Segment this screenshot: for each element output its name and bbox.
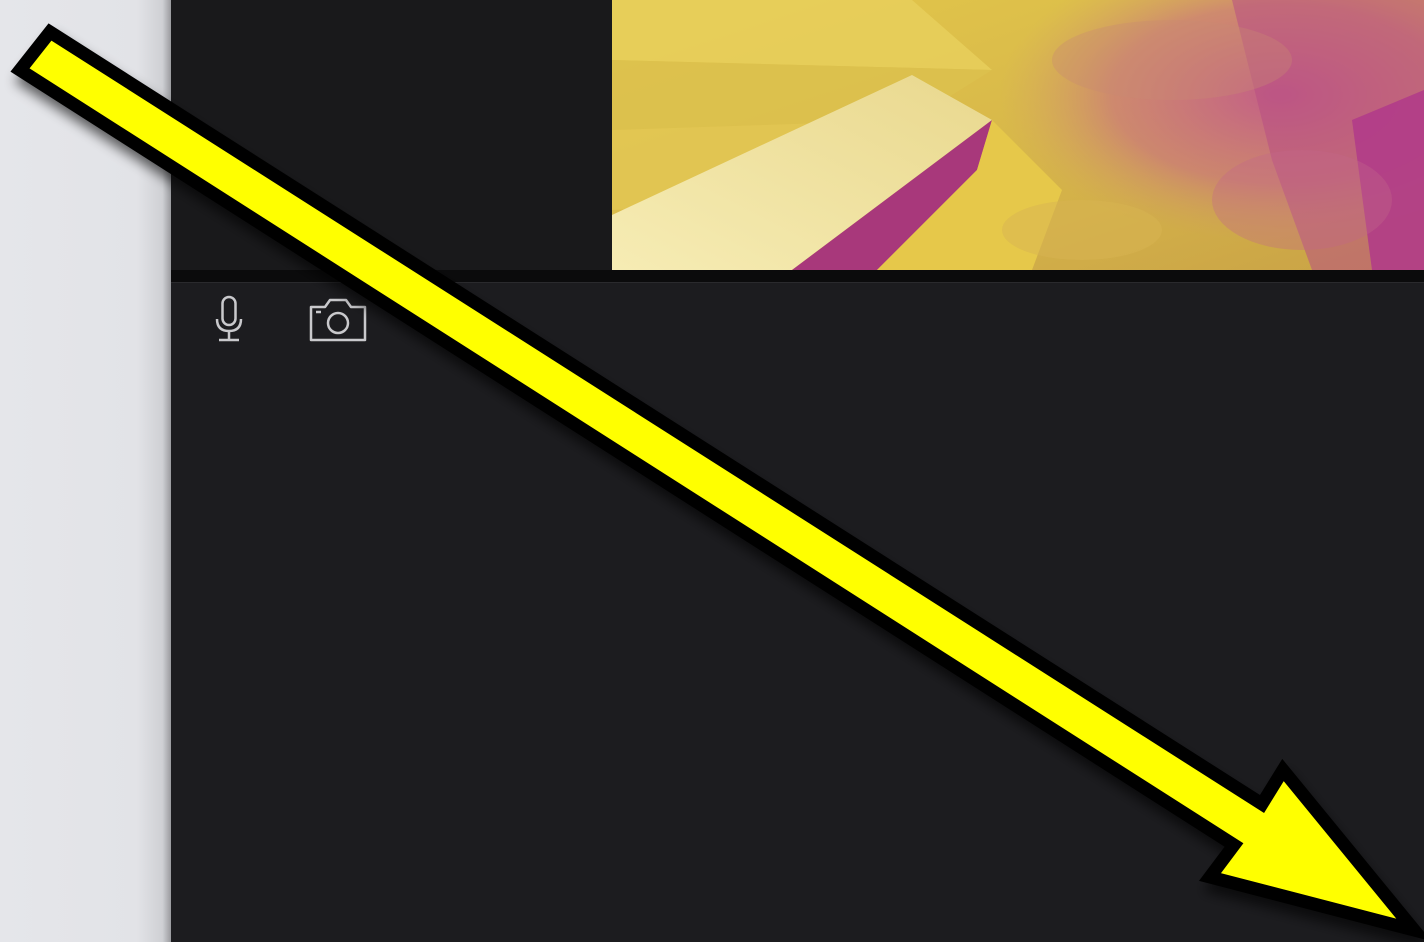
video-preview[interactable] <box>612 0 1424 270</box>
desktop-background <box>0 0 171 942</box>
microphone-icon <box>215 295 243 342</box>
panel-divider[interactable] <box>171 270 1424 283</box>
screenshot-stage <box>0 0 1424 942</box>
media-toolbar <box>171 283 1424 353</box>
preview-image <box>612 0 1424 270</box>
app-window <box>171 0 1424 942</box>
microphone-button[interactable] <box>197 295 261 345</box>
top-panel <box>171 0 1424 270</box>
camera-icon <box>309 298 367 342</box>
camera-button[interactable] <box>306 295 370 345</box>
workspace-area[interactable] <box>171 353 1424 942</box>
